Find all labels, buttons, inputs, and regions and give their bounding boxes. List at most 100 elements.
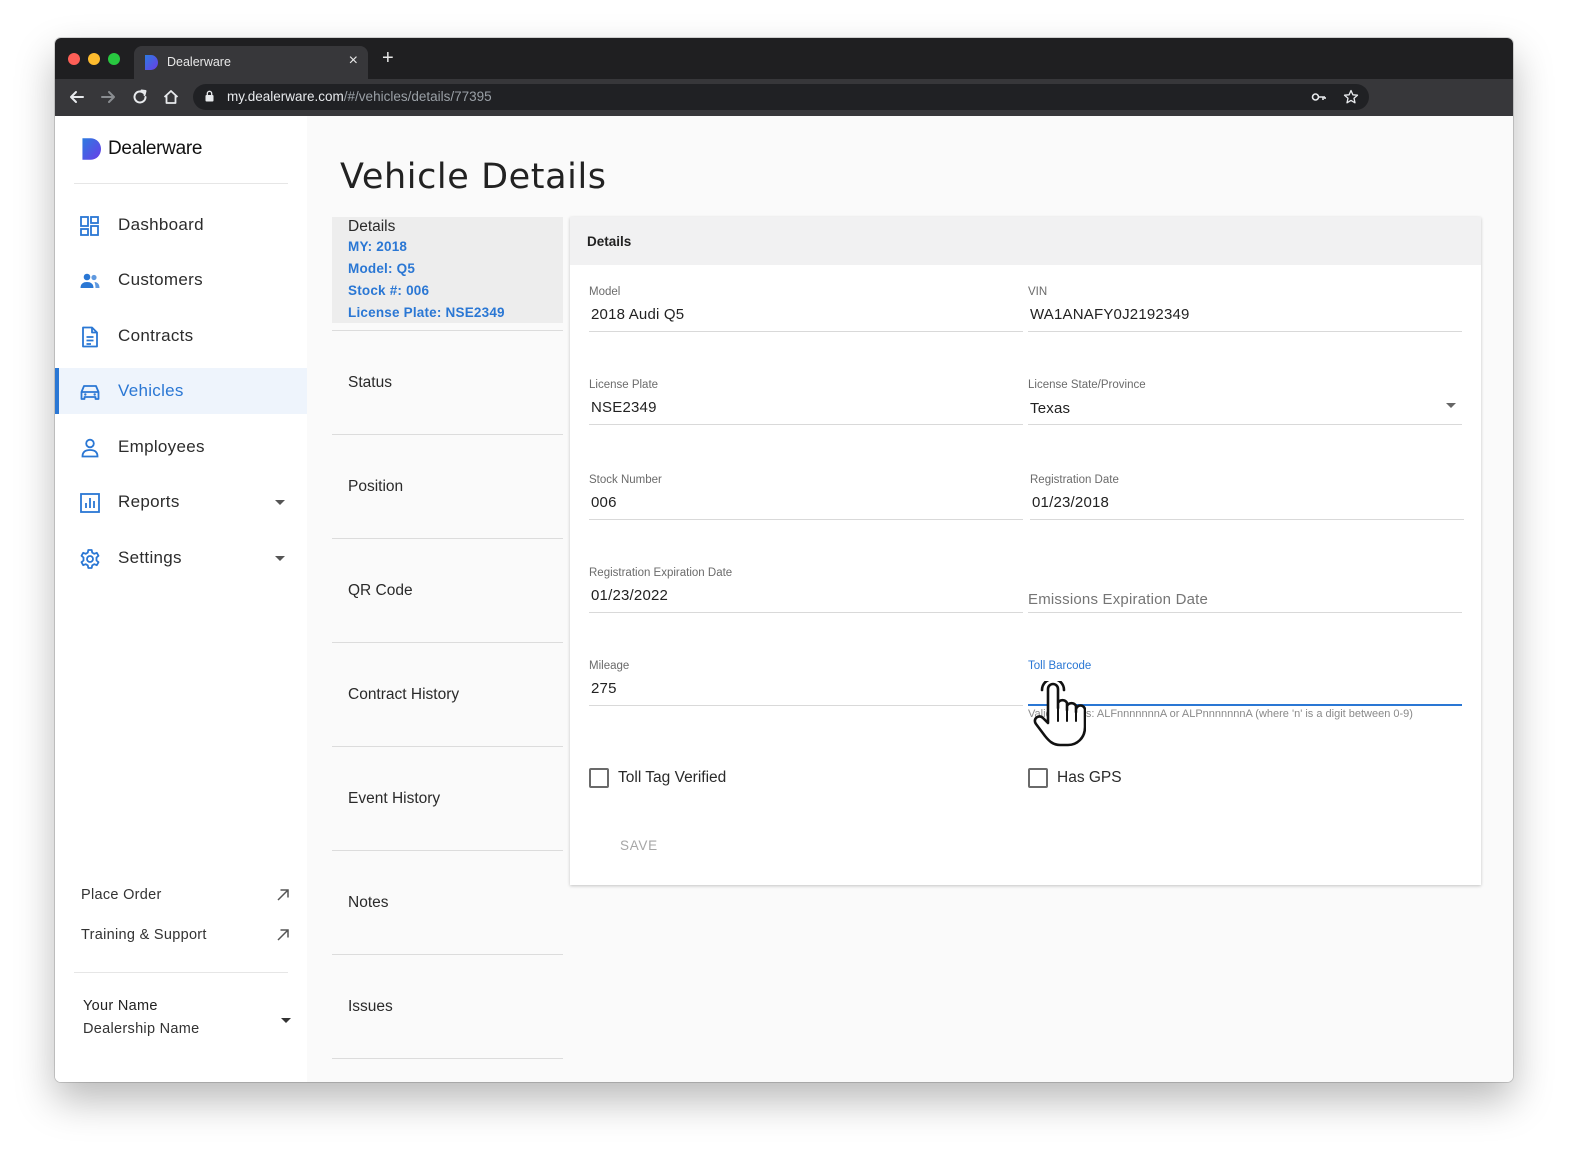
person-icon — [81, 438, 99, 458]
chevron-down-icon[interactable] — [275, 500, 285, 505]
section-details-summary[interactable]: Details MY: 2018 Model: Q5 Stock #: 006 … — [332, 217, 563, 323]
field-underline — [1028, 704, 1462, 706]
field-value: 01/23/2022 — [591, 587, 669, 604]
tab-title: Dealerware — [167, 55, 231, 69]
sidebar-item-employees[interactable]: Employees — [55, 424, 307, 470]
section-status[interactable]: Status — [332, 330, 563, 434]
field-underline — [1030, 519, 1464, 520]
app-root: Dealerware Dashboard Customers Contracts… — [55, 116, 1513, 1082]
sidebar-item-contracts[interactable]: Contracts — [55, 313, 307, 359]
back-icon[interactable] — [67, 87, 87, 107]
user-menu[interactable]: Your Name Dealership Name — [83, 998, 293, 1037]
field-label: License Plate — [589, 379, 659, 391]
toll-barcode-field[interactable]: Toll Barcode — [1028, 660, 1462, 712]
sidebar-item-label: Settings — [118, 548, 182, 567]
details-card: Details Model 2018 Audi Q5 VIN WA1ANAFY0… — [570, 217, 1481, 885]
sidebar-item-reports[interactable]: Reports — [55, 479, 307, 525]
sidebar-item-dashboard[interactable]: Dashboard — [55, 202, 307, 248]
section-event-history[interactable]: Event History — [332, 746, 563, 850]
field-label: Model — [589, 286, 621, 298]
dropdown-arrow-icon[interactable] — [1446, 403, 1456, 408]
section-label: Issues — [348, 998, 393, 1015]
sidebar-divider — [74, 183, 288, 184]
license-plate-field[interactable]: License Plate NSE2349 — [589, 379, 1023, 431]
browser-tab[interactable]: Dealerware × — [134, 46, 368, 79]
home-icon[interactable] — [161, 87, 181, 107]
save-button[interactable]: SAVE — [620, 838, 658, 853]
model-field[interactable]: Model 2018 Audi Q5 — [589, 286, 1023, 338]
license-state-select[interactable]: License State/Province Texas — [1028, 379, 1462, 431]
section-contract-history[interactable]: Contract History — [332, 642, 563, 746]
chevron-down-icon[interactable] — [281, 1018, 291, 1023]
car-icon — [80, 385, 100, 400]
maximize-window-button[interactable] — [108, 53, 120, 65]
section-qr-code[interactable]: QR Code — [332, 538, 563, 642]
close-window-button[interactable] — [68, 53, 80, 65]
card-header: Details — [570, 217, 1481, 265]
stock-number-field[interactable]: Stock Number 006 — [589, 474, 1023, 526]
forward-icon[interactable] — [98, 87, 118, 107]
section-label: Position — [348, 478, 404, 495]
sidebar-item-label: Vehicles — [118, 381, 184, 400]
field-value: 006 — [591, 494, 617, 511]
dealerware-logo-icon — [82, 138, 101, 160]
mileage-field[interactable]: Mileage 275 — [589, 660, 1023, 712]
sidebar-item-vehicles[interactable]: Vehicles — [55, 368, 307, 414]
address-bar[interactable]: my.dealerware.com/#/vehicles/details/773… — [193, 84, 1369, 110]
link-label: Training & Support — [81, 927, 207, 943]
checkbox-box[interactable] — [1028, 768, 1048, 788]
bookmark-star-icon[interactable] — [1343, 89, 1359, 105]
sidebar-item-label: Contracts — [118, 326, 194, 345]
field-underline — [589, 519, 1023, 520]
training-support-link[interactable]: Training & Support — [81, 924, 291, 948]
registration-date-field[interactable]: Registration Date 01/23/2018 — [1030, 474, 1464, 526]
vin-field[interactable]: VIN WA1ANAFY0J2192349 — [1028, 286, 1462, 338]
field-label: Registration Date — [1030, 474, 1119, 486]
field-underline — [1028, 612, 1462, 613]
field-label: Stock Number — [589, 474, 662, 486]
key-icon[interactable] — [1311, 89, 1327, 105]
section-label: Notes — [348, 894, 389, 911]
sidebar-item-customers[interactable]: Customers — [55, 257, 307, 303]
sidebar-divider — [74, 972, 288, 973]
field-label: Registration Expiration Date — [589, 567, 733, 579]
field-value: NSE2349 — [591, 399, 657, 416]
gear-icon — [80, 549, 100, 569]
sidebar-item-settings[interactable]: Settings — [55, 535, 307, 581]
field-value: 2018 Audi Q5 — [591, 306, 685, 323]
minimize-window-button[interactable] — [88, 53, 100, 65]
field-value: 01/23/2018 — [1032, 494, 1110, 511]
reload-icon[interactable] — [130, 87, 150, 107]
emissions-expiration-field[interactable]: Emissions Expiration Date — [1028, 567, 1462, 619]
summary-stock: Stock #: 006 — [348, 283, 430, 298]
tab-close-icon[interactable]: × — [349, 52, 358, 70]
section-issues[interactable]: Issues — [332, 954, 563, 1059]
chevron-down-icon[interactable] — [275, 556, 285, 561]
sidebar-item-label: Dashboard — [118, 215, 204, 234]
place-order-link[interactable]: Place Order — [81, 884, 291, 908]
section-label: Contract History — [348, 686, 460, 703]
section-label: Event History — [348, 790, 441, 807]
link-label: Place Order — [81, 887, 162, 903]
brand[interactable]: Dealerware — [81, 138, 202, 160]
sidebar-item-label: Customers — [118, 270, 203, 289]
field-underline — [589, 612, 1023, 613]
section-label: QR Code — [348, 582, 413, 599]
section-notes[interactable]: Notes — [332, 850, 563, 954]
checkbox-box[interactable] — [589, 768, 609, 788]
field-value: Texas — [1030, 400, 1071, 417]
section-position[interactable]: Position — [332, 434, 563, 538]
section-heading: Details — [348, 218, 396, 235]
registration-expiration-field[interactable]: Registration Expiration Date 01/23/2022 — [589, 567, 1023, 619]
field-underline — [1028, 424, 1462, 425]
customers-icon — [80, 273, 100, 288]
sidebar-item-label: Reports — [118, 492, 180, 511]
new-tab-button[interactable]: + — [382, 48, 394, 68]
dealership-name: Dealership Name — [83, 1021, 200, 1037]
toll-barcode-helper-text: Valid formats: ALFnnnnnnnA or ALPnnnnnnn… — [1028, 708, 1413, 720]
url-path: /#/vehicles/details/77395 — [343, 89, 492, 104]
sidebar: Dealerware Dashboard Customers Contracts… — [55, 116, 307, 1082]
checkbox-label: Has GPS — [1057, 769, 1122, 786]
field-placeholder: Emissions Expiration Date — [1028, 591, 1209, 608]
field-underline — [589, 705, 1023, 706]
